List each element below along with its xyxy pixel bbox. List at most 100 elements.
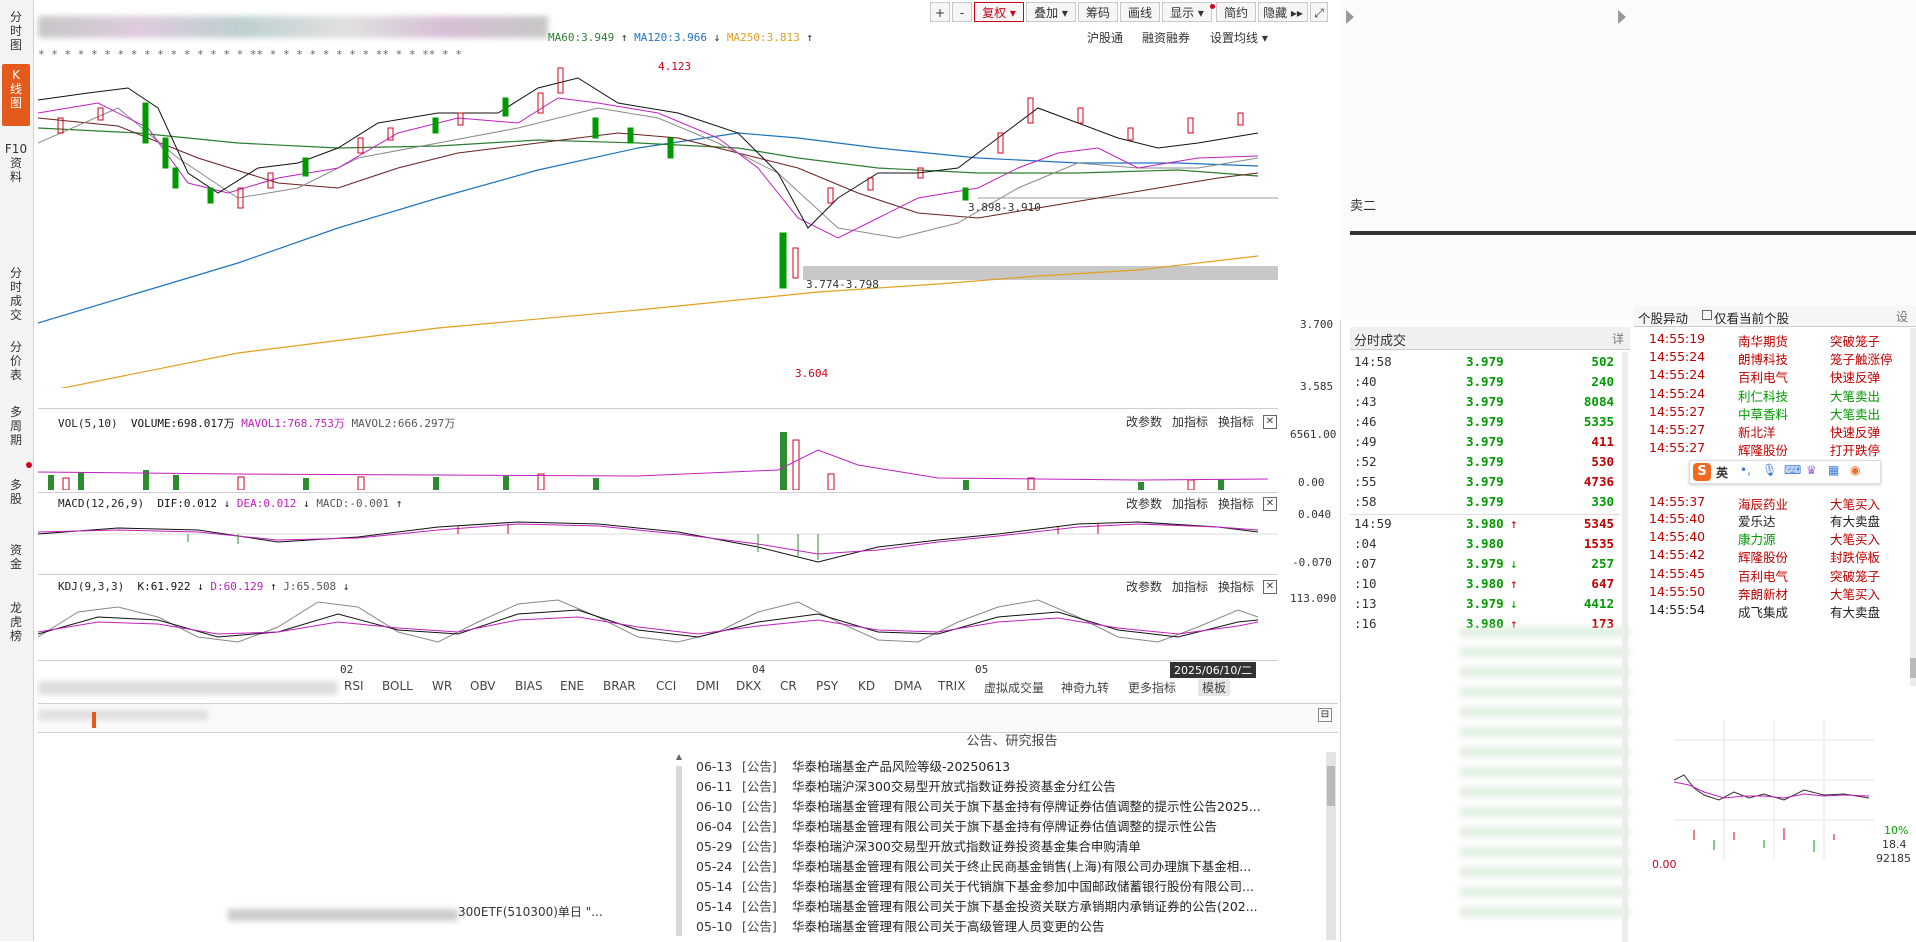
rongzirongquan-link[interactable]: 融资融券 [1142, 29, 1190, 46]
movement-stock[interactable]: 康力源 [1738, 529, 1776, 548]
macd-gaicanshu-button[interactable]: 改参数 [1126, 495, 1162, 512]
trades-scrollbar[interactable] [1622, 352, 1628, 942]
tab-xunichengjiaoliang[interactable]: 虚拟成交量 [984, 679, 1044, 696]
ann-scrollbar-left[interactable] [676, 750, 686, 940]
nav-longhubang[interactable]: 龙 虎 榜 [2, 601, 30, 647]
macd-close-icon[interactable]: ✕ [1263, 497, 1277, 511]
expand-right-icon[interactable] [1618, 10, 1626, 24]
announcement-item[interactable]: 06-10 [公告] 华泰柏瑞基金管理有限公司关于旗下基金持有停牌证券估值调整的提示… [696, 796, 1261, 815]
shezhijunxian-dropdown[interactable]: 设置均线 ▾ [1210, 29, 1268, 46]
only-current-checkbox[interactable] [1702, 310, 1712, 320]
nav-kline[interactable]: K 线 图 [2, 64, 30, 126]
announcement-item[interactable]: 05-24 [公告] 华泰柏瑞基金管理有限公司关于终止民商基金销售(上海)有限公司办… [696, 856, 1251, 875]
tab-gegu-yidong[interactable]: 个股异动 [1638, 308, 1688, 327]
tab-dma[interactable]: DMA [894, 679, 922, 693]
movement-stock[interactable]: 利仁科技 [1738, 386, 1788, 405]
movement-row[interactable]: 14:55:27 中草香料 大笔卖出 [1634, 404, 1910, 423]
movement-row[interactable]: 14:55:27 新北洋 快速反弹 [1634, 422, 1910, 441]
trades-detail-button[interactable]: 详 [1612, 330, 1624, 347]
movement-row[interactable]: 14:55:19 南华期货 突破笼子 [1634, 331, 1910, 350]
tab-cci[interactable]: CCI [656, 679, 676, 693]
nav-fenjiabiao[interactable]: 分 价 表 [2, 340, 30, 386]
tab-ene[interactable]: ENE [560, 679, 584, 693]
tab-muban[interactable]: 模板 [1198, 679, 1231, 696]
announcement-item[interactable]: 06-13 [公告] 华泰柏瑞基金产品风险等级-20250613 [696, 756, 1010, 775]
movement-stock[interactable]: 百利电气 [1738, 566, 1788, 585]
movement-stock[interactable]: 朗博科技 [1738, 349, 1788, 368]
announcement-item[interactable]: 05-10 [公告] 华泰柏瑞基金管理有限公司关于高级管理人员变更的公告 [696, 916, 1105, 935]
collapse-icon[interactable]: ⊟ [1318, 708, 1332, 722]
movement-stock[interactable]: 新北洋 [1738, 422, 1776, 441]
tab-dkx[interactable]: DKX [736, 679, 761, 693]
movement-row[interactable]: 14:55:37 海辰药业 大笔买入 [1634, 494, 1910, 512]
macd-chart [38, 521, 1278, 563]
nav-fenshitu[interactable]: 分 时 图 [2, 10, 30, 56]
movement-row[interactable]: 14:55:24 百利电气 快速反弹 [1634, 367, 1910, 386]
announcement-item[interactable]: 05-29 [公告] 华泰柏瑞沪深300交易型开放式指数证券投资基金集合申购清单 [696, 836, 1141, 855]
tab-wr[interactable]: WR [432, 679, 452, 693]
movement-stock[interactable]: 辉隆股份 [1738, 440, 1788, 459]
ann-scrollbar[interactable] [1326, 752, 1336, 940]
yincang-button[interactable]: 隐藏 ▸▸ [1258, 2, 1308, 22]
expand-icon[interactable]: ⤢ [1310, 2, 1328, 22]
movement-row[interactable]: 14:55:24 朗博科技 笼子触涨停 [1634, 349, 1910, 368]
vol-jiazhibiao-button[interactable]: 加指标 [1172, 413, 1208, 430]
tab-brar[interactable]: BRAR [603, 679, 636, 693]
tab-psy[interactable]: PSY [816, 679, 838, 693]
chouma-button[interactable]: 筹码 [1078, 2, 1118, 22]
xianshi-dropdown[interactable]: 显示 ▾ [1162, 2, 1212, 22]
vol-close-icon[interactable]: ✕ [1263, 415, 1277, 429]
nav-f10[interactable]: F10 资 料 [2, 142, 30, 192]
movement-row[interactable]: 14:55:50 奔朗新材 大笔买入 [1634, 584, 1910, 603]
movement-stock[interactable]: 爱乐达 [1738, 511, 1776, 530]
movement-stock[interactable]: 南华期货 [1738, 331, 1788, 350]
nav-duogu[interactable]: 多 股 [2, 478, 30, 512]
nav-duozhouqi[interactable]: 多 周 期 [2, 405, 30, 451]
nav-zijin[interactable]: 资 金 [2, 543, 30, 577]
tab-kd[interactable]: KD [858, 679, 875, 693]
zoom-out-button[interactable]: - [952, 2, 972, 22]
vol-gaicanshu-button[interactable]: 改参数 [1126, 413, 1162, 430]
expand-left-icon[interactable] [1346, 10, 1354, 24]
movement-scrollbar[interactable] [1910, 328, 1916, 686]
news-snippet[interactable]: 300ETF(510300)单日 "... [458, 903, 603, 920]
jianyue-button[interactable]: 简约 [1216, 2, 1256, 22]
movement-stock[interactable]: 辉隆股份 [1738, 547, 1788, 566]
movement-row[interactable]: 14:55:27 辉隆股份 打开跌停 [1634, 440, 1910, 459]
announcement-item[interactable]: 06-11 [公告] 华泰柏瑞沪深300交易型开放式指数证券投资基金分红公告 [696, 776, 1116, 795]
tab-shenqijiuzhuan[interactable]: 神奇九转 [1061, 679, 1109, 696]
nav-fenshichengjiao[interactable]: 分 时 成 交 [2, 266, 30, 326]
macd-huanzhibiao-button[interactable]: 换指标 [1218, 495, 1254, 512]
announcement-item[interactable]: 06-04 [公告] 华泰柏瑞基金管理有限公司关于旗下基金持有停牌证券估值调整的提示… [696, 816, 1217, 835]
tab-obv[interactable]: OBV [470, 679, 496, 693]
movement-stock[interactable]: 中草香料 [1738, 404, 1788, 423]
movement-row[interactable]: 14:55:45 百利电气 突破笼子 [1634, 566, 1910, 585]
movement-row[interactable]: 14:55:54 成飞集成 有大卖盘 [1634, 602, 1910, 621]
tab-rsi[interactable]: RSI [344, 679, 364, 693]
huaxian-button[interactable]: 画线 [1120, 2, 1160, 22]
movement-row[interactable]: 14:55:24 利仁科技 大笔卖出 [1634, 386, 1910, 405]
movement-row[interactable]: 14:55:40 康力源 大笔买入 [1634, 529, 1910, 548]
tab-cr[interactable]: CR [780, 679, 797, 693]
movement-settings-button[interactable]: 设 [1896, 308, 1908, 325]
fuquan-dropdown[interactable]: 复权 ▾ [974, 2, 1024, 22]
vol-huanzhibiao-button[interactable]: 换指标 [1218, 413, 1254, 430]
movement-stock[interactable]: 百利电气 [1738, 367, 1788, 386]
movement-row[interactable]: 14:55:40 爱乐达 有大卖盘 [1634, 511, 1910, 530]
hugutong-link[interactable]: 沪股通 [1087, 29, 1123, 46]
announcement-item[interactable]: 05-14 [公告] 华泰柏瑞基金管理有限公司关于代销旗下基金参加中国邮政储蓄银行股… [696, 876, 1254, 895]
kline-chart[interactable]: * * * * * * * * * * * * * * * * ** * * *… [38, 48, 1278, 388]
ime-toolbar[interactable]: S 英 •, 🎙 ⌨ ♛ ▦ ◉ [1689, 460, 1881, 484]
tab-bias[interactable]: BIAS [515, 679, 543, 693]
tab-gengduozhibiao[interactable]: 更多指标 [1128, 679, 1176, 696]
movement-row[interactable]: 14:55:42 辉隆股份 封跌停板 [1634, 547, 1910, 566]
diejia-dropdown[interactable]: 叠加 ▾ [1026, 2, 1076, 22]
tab-trix[interactable]: TRIX [938, 679, 965, 693]
movement-stock[interactable]: 奔朗新材 [1738, 584, 1788, 603]
tab-boll[interactable]: BOLL [382, 679, 413, 693]
movement-stock[interactable]: 成飞集成 [1738, 602, 1788, 621]
tab-dmi[interactable]: DMI [696, 679, 719, 693]
zoom-in-button[interactable]: + [930, 2, 950, 22]
announcement-item[interactable]: 05-14 [公告] 华泰柏瑞基金管理有限公司关于旗下基金投资关联方承销期内承销证券… [696, 896, 1258, 915]
macd-jiazhibiao-button[interactable]: 加指标 [1172, 495, 1208, 512]
